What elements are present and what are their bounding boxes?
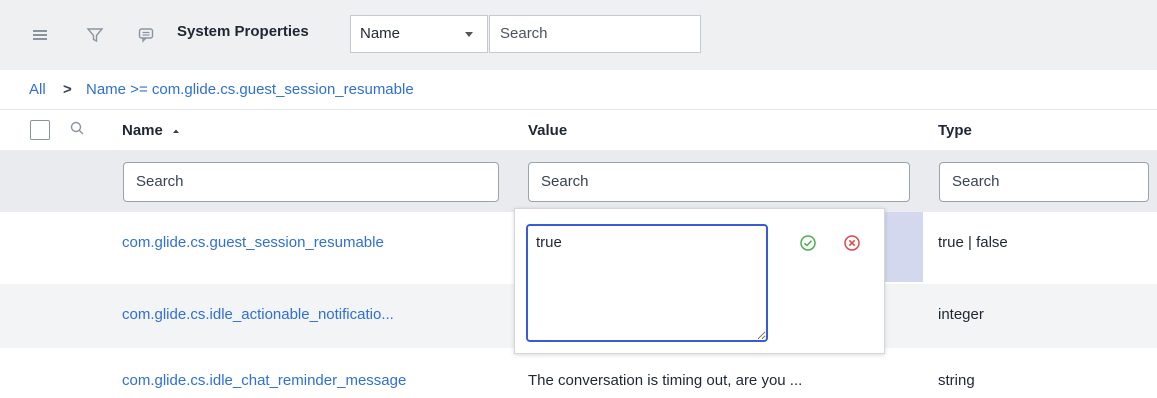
property-name-link[interactable]: com.glide.cs.idle_actionable_notificatio… — [122, 306, 394, 323]
value-filter-input[interactable]: Search — [528, 162, 910, 202]
context-menu-icon[interactable] — [135, 24, 157, 46]
column-filter-row: Search Search Search — [0, 150, 1157, 212]
list-toolbar: System Properties Name Search — [0, 0, 1157, 70]
list-search-input[interactable]: Search — [489, 15, 701, 53]
search-field-select-value: Name — [360, 25, 401, 42]
property-name-link[interactable]: com.glide.cs.guest_session_resumable — [122, 234, 384, 251]
breadcrumb: All > Name >= com.glide.cs.guest_session… — [0, 70, 1157, 110]
filter-funnel-icon[interactable] — [84, 24, 106, 46]
check-circle-icon[interactable] — [798, 233, 818, 253]
list-title: System Properties — [177, 23, 309, 40]
property-type: integer — [938, 306, 984, 323]
inline-value-editor — [514, 208, 885, 354]
name-filter-input[interactable]: Search — [123, 162, 499, 202]
table-row: com.glide.cs.idle_chat_reminder_message … — [0, 352, 1157, 398]
column-header-name[interactable]: Name — [122, 122, 181, 139]
type-filter-input[interactable]: Search — [939, 162, 1149, 202]
property-name-link[interactable]: com.glide.cs.idle_chat_reminder_message — [122, 372, 406, 389]
search-field-select[interactable]: Name — [350, 15, 488, 53]
sort-ascending-icon — [173, 129, 180, 133]
property-value[interactable]: The conversation is timing out, are you … — [528, 372, 802, 389]
hamburger-menu-icon[interactable] — [30, 24, 52, 46]
column-header-name-label: Name — [122, 122, 163, 139]
breadcrumb-filter[interactable]: Name >= com.glide.cs.guest_session_resum… — [86, 81, 414, 98]
select-all-checkbox[interactable] — [30, 120, 50, 140]
column-header-value[interactable]: Value — [528, 122, 567, 139]
value-editor-textarea[interactable] — [526, 224, 768, 342]
selected-cell-highlight — [885, 212, 923, 282]
column-header-type[interactable]: Type — [938, 122, 972, 139]
breadcrumb-all[interactable]: All — [29, 81, 46, 98]
property-type: true | false — [938, 234, 1008, 251]
column-header-row: Name Value Type — [0, 110, 1157, 150]
property-type: string — [938, 372, 975, 389]
breadcrumb-separator: > — [63, 81, 72, 98]
chevron-down-icon — [465, 32, 473, 37]
cancel-circle-icon[interactable] — [842, 233, 862, 253]
search-icon[interactable] — [68, 119, 88, 139]
